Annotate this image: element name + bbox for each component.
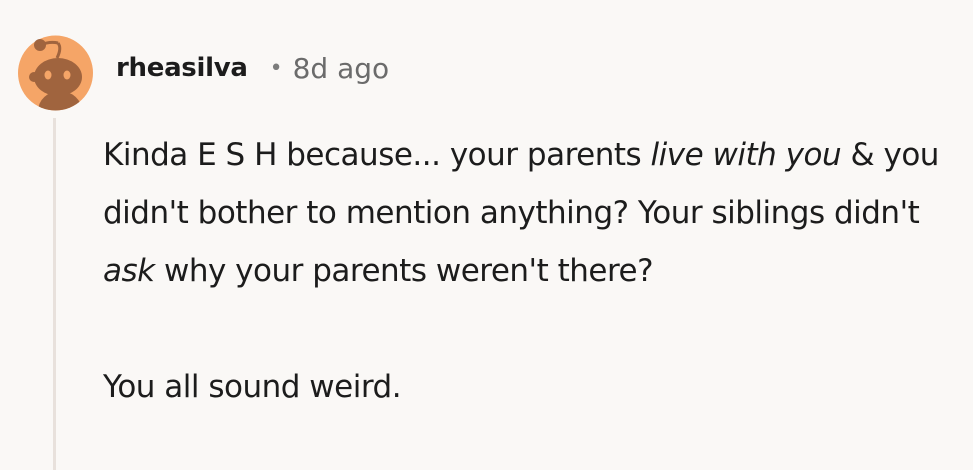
comment-meta: rheasilva • 8d ago	[116, 50, 389, 86]
username-link[interactable]: rheasilva	[116, 53, 248, 83]
timestamp[interactable]: 8d ago	[293, 52, 390, 85]
comment-text-italic: ask	[103, 253, 155, 289]
comment-paragraph: Kinda E S H because... your parents live…	[103, 126, 963, 300]
snoo-avatar-icon	[18, 35, 93, 111]
comment-text: Kinda E S H because... your parents	[103, 137, 651, 173]
thread-collapse-line[interactable]	[53, 118, 56, 470]
comment: rheasilva • 8d ago Kinda E S H because..…	[0, 0, 973, 470]
comment-paragraph: You all sound weird.	[103, 369, 402, 405]
meta-separator: •	[269, 55, 283, 81]
comment-body: Kinda E S H because... your parents live…	[103, 126, 963, 416]
comment-text-italic: live with you	[650, 137, 842, 173]
comment-text: why your parents weren't there?	[154, 253, 654, 289]
user-avatar[interactable]	[18, 15, 93, 111]
